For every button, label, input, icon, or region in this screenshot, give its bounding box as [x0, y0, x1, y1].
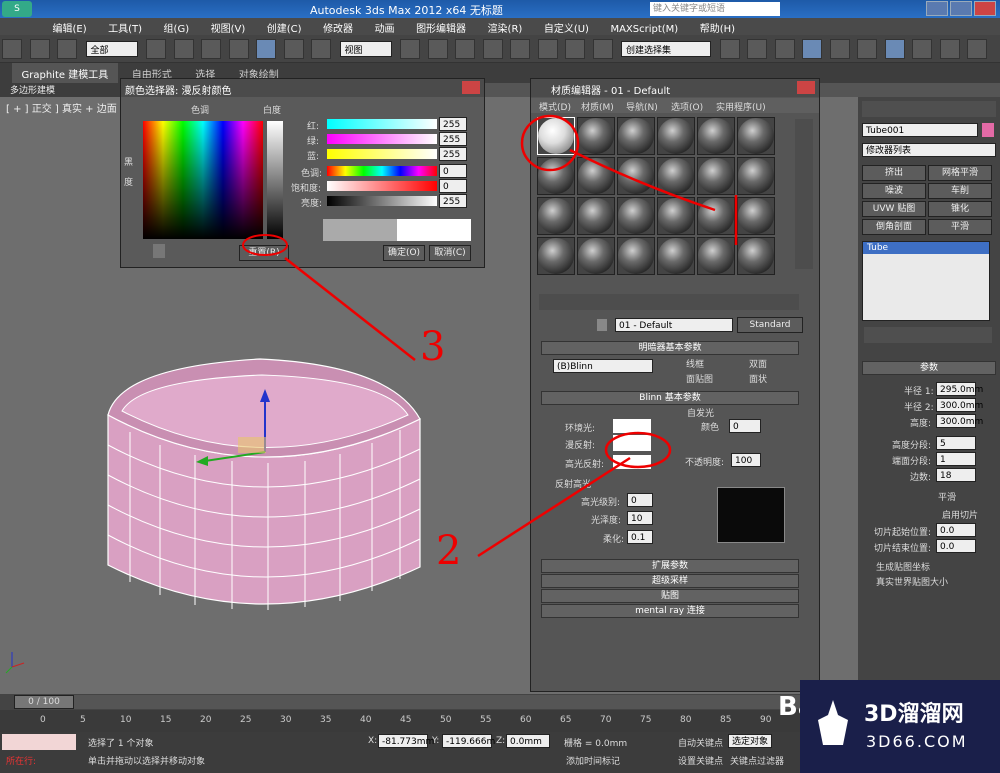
annotation-label-3: 3 [420, 324, 446, 370]
annotation-arrow-3 [284, 257, 416, 361]
annotation-arrow-1 [569, 148, 716, 212]
annotation-overlay [242, 114, 738, 558]
annotation-arrow-2 [477, 456, 631, 558]
annotation-circle-diffuse [604, 431, 672, 469]
annotation-label-2: 2 [436, 528, 462, 574]
annotation-circle-reset [242, 234, 288, 256]
annotation-circle-slot [520, 114, 580, 172]
